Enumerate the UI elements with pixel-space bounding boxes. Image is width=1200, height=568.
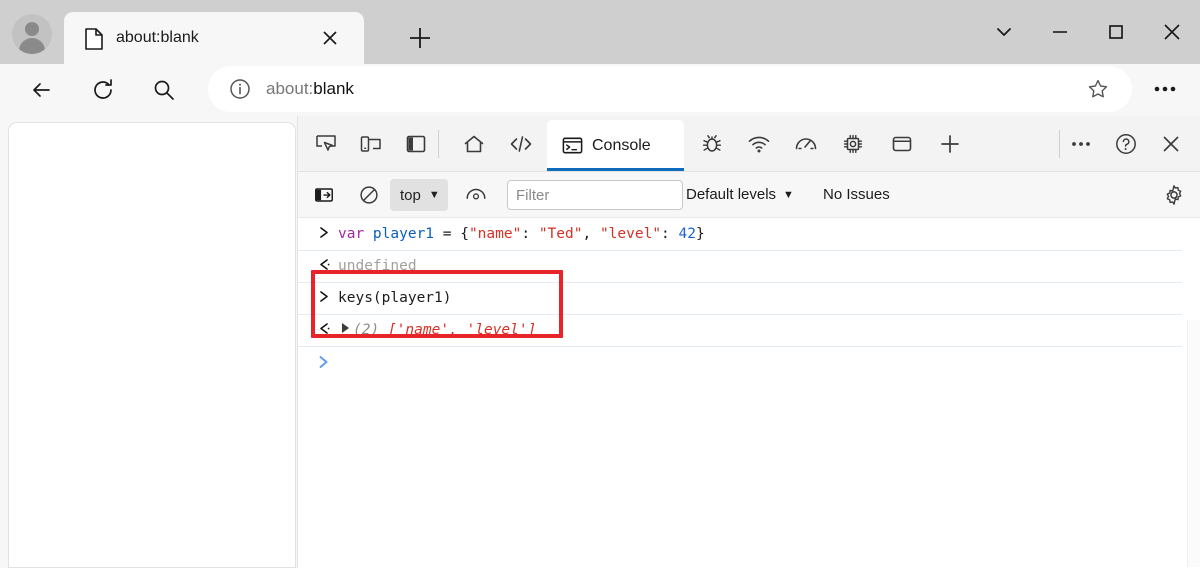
chevron-down-icon: ▼ <box>428 188 440 201</box>
avatar-head-shape <box>25 22 39 36</box>
js-context-selector[interactable]: top ▼ <box>390 179 448 211</box>
devtools-help-icon[interactable] <box>1108 126 1144 162</box>
url-host: blank <box>313 79 354 98</box>
console-input-expression-1: var player1 = {"name": "Ted", "level": 4… <box>338 226 705 242</box>
performance-gauge-icon[interactable] <box>788 126 824 162</box>
console-row-output-2[interactable]: (2) ['name', 'level'] <box>298 314 1182 347</box>
devtools-tab-bar: Console <box>298 116 1200 172</box>
sidebar-toggle-icon[interactable] <box>308 179 340 211</box>
add-tool-icon[interactable] <box>932 126 968 162</box>
console-terminal-icon <box>561 134 584 157</box>
memory-chip-icon[interactable] <box>835 126 871 162</box>
tab-console[interactable]: Console <box>547 120 684 171</box>
page-content-blank <box>8 122 296 568</box>
tab-console-active-indicator <box>547 168 684 171</box>
avatar-body-shape <box>19 38 45 54</box>
reload-button[interactable] <box>85 72 121 108</box>
clear-console-icon[interactable] <box>353 179 385 211</box>
toolbar-divider <box>438 130 439 158</box>
welcome-home-icon[interactable] <box>456 126 492 162</box>
console-filter-bar: top ▼ Default levels ▼ No Issues <box>298 172 1200 218</box>
tab-title: about:blank <box>116 29 199 46</box>
console-settings-gear-icon[interactable] <box>1158 179 1190 211</box>
debugger-bug-icon[interactable] <box>694 126 730 162</box>
console-scrollbar[interactable] <box>1187 320 1200 567</box>
array-value: ['name', 'level'] <box>387 322 537 338</box>
input-arrow-icon-2 <box>314 282 334 314</box>
network-wifi-icon[interactable] <box>741 126 777 162</box>
js-context-value: top <box>400 186 421 204</box>
window-controls <box>976 0 1200 64</box>
console-log-area[interactable]: var player1 = {"name": "Ted", "level": 4… <box>298 218 1200 567</box>
console-row-input-2[interactable]: keys(player1) <box>298 282 1182 315</box>
back-button[interactable] <box>24 72 60 108</box>
browser-window: about:blank about:blank Console top ▼ Fi… <box>0 0 1200 568</box>
application-storage-icon[interactable] <box>884 126 920 162</box>
profile-avatar[interactable] <box>12 14 52 54</box>
console-prompt-caret-icon <box>314 346 334 378</box>
console-output-array[interactable]: (2) ['name', 'level'] <box>342 314 536 346</box>
live-expression-eye-icon[interactable] <box>460 179 492 211</box>
elements-code-icon[interactable] <box>503 126 539 162</box>
console-output-undefined: undefined <box>338 258 417 274</box>
output-arrow-icon <box>314 250 334 282</box>
maximize-icon[interactable] <box>1088 0 1144 64</box>
search-icon[interactable] <box>146 72 182 108</box>
browser-more-button[interactable] <box>1150 78 1180 100</box>
output-arrow-icon-2 <box>314 314 334 346</box>
title-bar: about:blank <box>0 0 1200 64</box>
close-tab-icon[interactable] <box>318 26 342 50</box>
tab-console-label: Console <box>592 136 651 154</box>
address-bar[interactable]: about:blank <box>208 66 1132 112</box>
browser-tab-about-blank[interactable]: about:blank <box>64 12 364 64</box>
input-arrow-icon <box>314 218 334 250</box>
panel-layout-icon[interactable] <box>398 126 434 162</box>
console-input-expression-2: keys(player1) <box>338 290 452 306</box>
address-bar-url: about:blank <box>266 66 354 112</box>
devtools-more-icon[interactable] <box>1063 126 1099 162</box>
devtools-panel: Console top ▼ Filter Default levels ▼ No… <box>297 116 1200 568</box>
log-levels-label: Default levels <box>686 186 777 203</box>
device-emulation-icon[interactable] <box>353 126 389 162</box>
minimize-icon[interactable] <box>1032 0 1088 64</box>
toolbar-divider-right <box>1059 130 1060 158</box>
console-row-input-1[interactable]: var player1 = {"name": "Ted", "level": 4… <box>298 218 1182 251</box>
console-row-output-1[interactable]: undefined <box>298 250 1182 283</box>
expand-triangle-icon[interactable] <box>342 323 349 333</box>
star-icon[interactable] <box>1086 77 1110 101</box>
url-scheme: about: <box>266 79 314 98</box>
console-filter-input[interactable] <box>507 180 683 210</box>
page-document-icon <box>84 28 104 50</box>
issues-status[interactable]: No Issues <box>823 172 890 218</box>
close-window-icon[interactable] <box>1144 0 1200 64</box>
log-levels-caret-icon: ▼ <box>783 189 794 201</box>
console-prompt-row[interactable] <box>298 346 1182 378</box>
site-info-icon[interactable] <box>228 77 252 101</box>
new-tab-button[interactable] <box>400 18 440 58</box>
tab-search-chevron-icon[interactable] <box>976 0 1032 64</box>
devtools-close-icon[interactable] <box>1153 126 1189 162</box>
inspect-element-icon[interactable] <box>308 126 344 162</box>
log-levels-dropdown[interactable]: Default levels ▼ <box>686 172 794 218</box>
array-length-count: (2) <box>353 322 380 338</box>
